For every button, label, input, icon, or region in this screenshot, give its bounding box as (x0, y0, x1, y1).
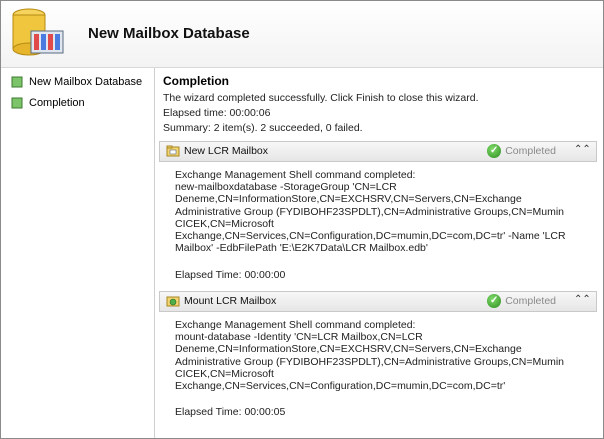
task-elapsed: Elapsed Time: 00:00:00 (175, 269, 286, 281)
wizard-steps-sidebar: New Mailbox Database Completion (1, 68, 155, 438)
step-icon (11, 76, 23, 88)
checkmark-icon: ✓ (487, 144, 502, 158)
task-elapsed: Elapsed Time: 00:00:05 (175, 406, 286, 418)
status-badge: ✓ Completed (487, 294, 556, 308)
completion-message: The wizard completed successfully. Click… (163, 92, 479, 104)
sidebar-item-new-mailbox-database[interactable]: New Mailbox Database (11, 74, 142, 90)
wizard-window: New Mailbox Database New Mailbox Databas… (0, 0, 604, 439)
task-output: Exchange Management Shell command comple… (175, 169, 566, 255)
status-badge: ✓ Completed (487, 144, 556, 158)
status-label: Completed (505, 295, 556, 307)
mailbox-database-icon (7, 5, 71, 63)
mailbox-folder-icon (166, 144, 180, 158)
summary-text: Summary: 2 item(s). 2 succeeded, 0 faile… (163, 122, 363, 134)
checkmark-icon: ✓ (487, 294, 502, 308)
sidebar-item-label: Completion (29, 97, 85, 109)
task-panel-header: New LCR Mailbox ✓ Completed ⌃⌃ (159, 141, 597, 162)
sidebar-item-completion[interactable]: Completion (11, 95, 85, 111)
step-icon (11, 97, 23, 109)
wizard-header: New Mailbox Database (1, 1, 603, 68)
sidebar-item-label: New Mailbox Database (29, 76, 143, 88)
chevron-double-up-icon[interactable]: ⌃⌃ (574, 143, 591, 157)
wizard-title: New Mailbox Database (88, 25, 250, 42)
task-output: Exchange Management Shell command comple… (175, 319, 564, 393)
elapsed-time: Elapsed time: 00:00:06 (163, 107, 271, 119)
status-label: Completed (505, 145, 556, 157)
task-panel-header: Mount LCR Mailbox ✓ Completed ⌃⌃ (159, 291, 597, 312)
task-title: New LCR Mailbox (184, 145, 269, 157)
page-title: Completion (163, 74, 229, 88)
mount-mailbox-icon (166, 294, 180, 308)
task-title: Mount LCR Mailbox (184, 295, 277, 307)
chevron-double-up-icon[interactable]: ⌃⌃ (574, 293, 591, 307)
completion-page: Completion The wizard completed successf… (155, 68, 603, 438)
